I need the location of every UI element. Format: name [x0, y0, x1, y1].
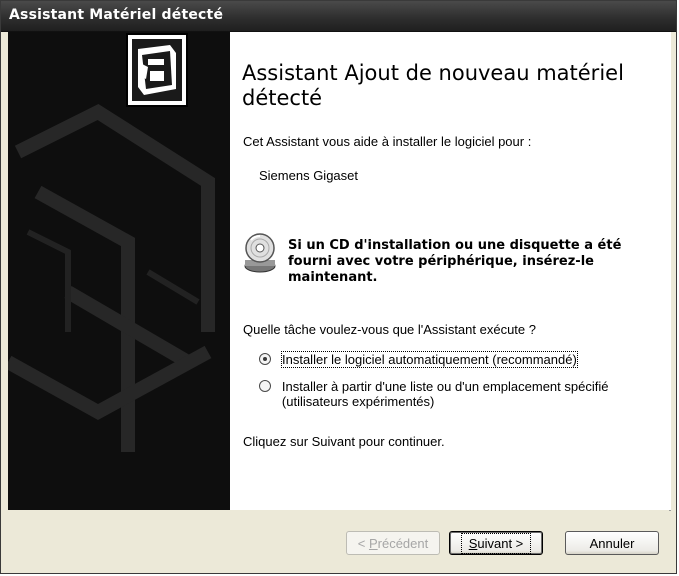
hardware-wizard-icon	[126, 33, 188, 107]
next-button-label: Suivant >	[460, 532, 532, 554]
next-button[interactable]: Suivant >	[449, 531, 543, 555]
title-bar[interactable]: Assistant Matériel détecté	[1, 1, 676, 32]
cd-instruction-text: Si un CD d'installation ou une disquette…	[288, 238, 622, 285]
cancel-button[interactable]: Annuler	[565, 531, 659, 555]
wizard-heading: Assistant Ajout de nouveau matériel déte…	[242, 61, 624, 110]
task-question: Quelle tâche voulez-vous que l'Assistant…	[243, 322, 536, 337]
continue-hint: Cliquez sur Suivant pour continuer.	[243, 434, 445, 449]
wizard-client-area	[3, 32, 674, 571]
back-button[interactable]: < Précédent	[346, 531, 440, 555]
window-title: Assistant Matériel détecté	[9, 7, 224, 23]
device-name: Siemens Gigaset	[259, 168, 358, 183]
radio-manual-install[interactable]	[259, 380, 271, 392]
option-auto-install-label[interactable]: Installer le logiciel automatiquement (r…	[281, 351, 578, 368]
radio-auto-install[interactable]	[259, 353, 271, 365]
wizard-banner-art	[8, 32, 230, 510]
option-manual-install[interactable]: Installer à partir d'une liste ou d'un e…	[259, 379, 659, 409]
cd-disc-icon	[244, 233, 276, 273]
option-auto-install[interactable]: Installer le logiciel automatiquement (r…	[259, 351, 578, 368]
wizard-window: Assistant Matériel détecté Assistant Ajo…	[0, 0, 677, 574]
back-button-label: < Précédent	[357, 535, 429, 551]
intro-text: Cet Assistant vous aide à installer le l…	[243, 134, 532, 149]
option-manual-install-label[interactable]: Installer à partir d'une liste ou d'un e…	[282, 379, 659, 409]
banner-art-graphic	[8, 103, 215, 452]
